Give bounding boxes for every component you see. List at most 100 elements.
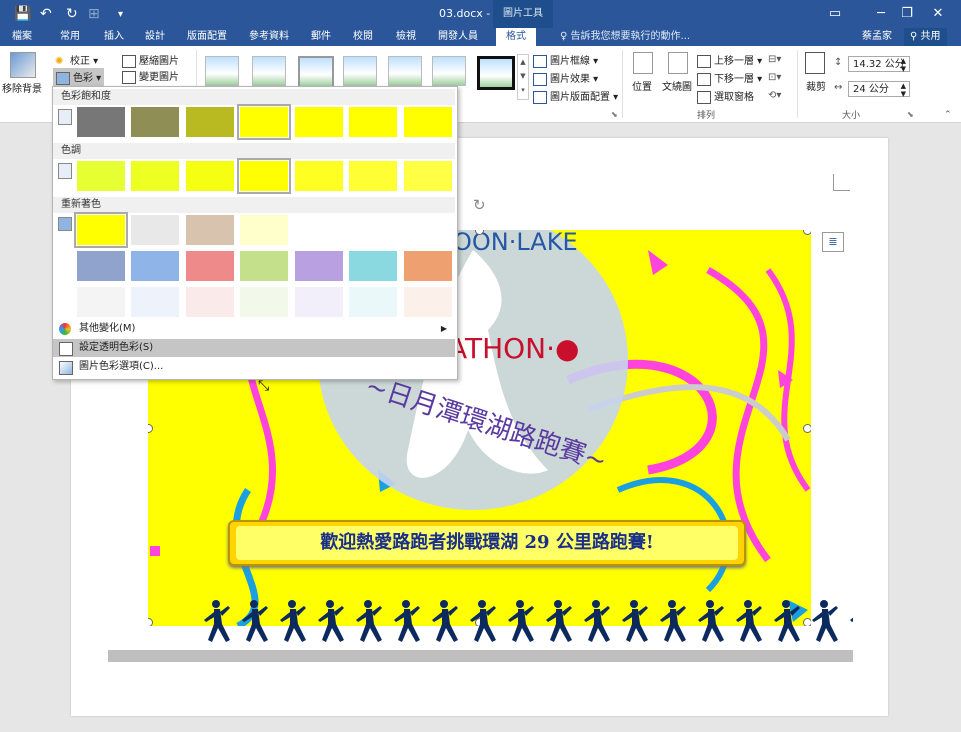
picture-effects-button[interactable]: 圖片效果 ▾: [533, 70, 598, 86]
recolor-swatch-17[interactable]: [186, 287, 234, 317]
recolor-swatch-14[interactable]: [404, 251, 452, 281]
rotate-handle-icon[interactable]: ↻: [473, 196, 486, 214]
rotate-icon[interactable]: ⟲▾: [768, 90, 781, 101]
recolor-swatch-15[interactable]: [77, 287, 125, 317]
recolor-swatch-21[interactable]: [404, 287, 452, 317]
resize-handle-r[interactable]: [803, 424, 811, 433]
saturation-swatch-7[interactable]: [404, 107, 452, 137]
arrange-group-label: 排列: [697, 111, 716, 121]
saturation-swatch-5[interactable]: [295, 107, 343, 137]
picture-color-options-item[interactable]: 圖片色彩選項(C)...: [53, 358, 455, 376]
position-button[interactable]: 位置: [632, 78, 652, 93]
picture-style-4[interactable]: [343, 56, 377, 86]
tab-view[interactable]: 檢視: [396, 28, 416, 46]
recolor-swatch-18[interactable]: [240, 287, 288, 317]
recolor-swatch-1[interactable]: [74, 212, 128, 248]
bring-forward-button[interactable]: 上移一層 ▾: [697, 52, 762, 68]
height-spinner-icon[interactable]: ▲ ▼: [901, 57, 906, 73]
recolor-swatch-9[interactable]: [131, 251, 179, 281]
tone-swatch-7[interactable]: [404, 161, 452, 191]
picture-border-button[interactable]: 圖片框線 ▾: [533, 52, 598, 68]
picture-style-3[interactable]: [298, 56, 334, 88]
picture-style-6[interactable]: [432, 56, 466, 86]
layout-options-icon[interactable]: ≣: [822, 232, 844, 252]
tab-review[interactable]: 校閱: [353, 28, 373, 46]
position-icon[interactable]: [633, 52, 653, 74]
picture-style-1[interactable]: [205, 56, 239, 86]
align-icon[interactable]: ⊟▾: [768, 54, 781, 65]
recolor-swatch-12[interactable]: [295, 251, 343, 281]
collapse-ribbon-icon[interactable]: ⌃: [944, 110, 952, 120]
color-options-icon: [59, 361, 73, 375]
user-name[interactable]: 蔡孟家: [862, 28, 892, 46]
ribbon-display-button[interactable]: ▭: [812, 0, 858, 28]
wrap-text-icon[interactable]: [668, 52, 688, 74]
group-icon[interactable]: ⊡▾: [768, 72, 781, 83]
size-dialog-launcher[interactable]: ⬊: [907, 110, 914, 119]
tone-swatch-6[interactable]: [349, 161, 397, 191]
person-icon: ⚲: [910, 31, 921, 42]
tell-me-box[interactable]: ♀ 告訴我您想要執行的動作...: [560, 28, 690, 46]
recolor-swatch-11[interactable]: [240, 251, 288, 281]
recolor-swatch-10[interactable]: [186, 251, 234, 281]
set-transparent-color-item[interactable]: 設定透明色彩(S): [53, 339, 455, 357]
tab-file[interactable]: 檔案: [12, 28, 32, 46]
height-input[interactable]: 14.32 公分 ▲ ▼: [848, 56, 910, 73]
tab-references[interactable]: 參考資料: [249, 28, 289, 46]
recolor-swatch-5[interactable]: [295, 215, 343, 245]
recolor-swatch-16[interactable]: [131, 287, 179, 317]
palette-icon: [59, 323, 71, 335]
tab-format[interactable]: 格式: [496, 28, 536, 46]
saturation-swatch-4[interactable]: [237, 104, 291, 140]
tab-mailings[interactable]: 郵件: [311, 28, 331, 46]
more-variations-item[interactable]: 其他變化(M) ▶: [53, 320, 455, 338]
width-spinner-icon[interactable]: ▲ ▼: [901, 82, 906, 98]
styles-dialog-launcher[interactable]: ⬊: [611, 110, 618, 119]
picture-style-7[interactable]: [477, 56, 515, 90]
compress-pictures-button[interactable]: 壓縮圖片: [122, 52, 179, 68]
recolor-swatch-3[interactable]: [186, 215, 234, 245]
tone-swatch-3[interactable]: [186, 161, 234, 191]
selection-pane-button[interactable]: 選取窗格: [697, 88, 754, 104]
recolor-swatch-4[interactable]: [240, 215, 288, 245]
tone-swatch-2[interactable]: [131, 161, 179, 191]
picture-style-5[interactable]: [388, 56, 422, 86]
remove-background-button[interactable]: 移除背景: [2, 80, 42, 95]
recolor-swatch-20[interactable]: [349, 287, 397, 317]
send-backward-button[interactable]: 下移一層 ▾: [697, 70, 762, 86]
close-button[interactable]: ✕: [915, 0, 961, 28]
recolor-swatch-2[interactable]: [131, 215, 179, 245]
change-picture-button[interactable]: 變更圖片: [122, 68, 179, 84]
resize-handle-tr[interactable]: [803, 230, 811, 235]
color-button[interactable]: 色彩 ▾: [53, 68, 105, 86]
width-input[interactable]: 24 公分 ▲ ▼: [848, 81, 910, 98]
corrections-button[interactable]: ✺ 校正 ▾: [55, 52, 98, 68]
saturation-swatch-1[interactable]: [77, 107, 125, 137]
recolor-swatch-7[interactable]: [404, 215, 452, 245]
tab-insert[interactable]: 插入: [104, 28, 124, 46]
picture-style-2[interactable]: [252, 56, 286, 86]
recolor-swatch-8[interactable]: [77, 251, 125, 281]
saturation-swatch-3[interactable]: [186, 107, 234, 137]
recolor-swatch-13[interactable]: [349, 251, 397, 281]
share-button[interactable]: ⚲ 共用: [904, 28, 947, 46]
tab-design[interactable]: 設計: [145, 28, 165, 46]
tab-developer[interactable]: 開發人員: [438, 28, 478, 46]
remove-background-icon[interactable]: [10, 52, 36, 78]
picture-layout-button[interactable]: 圖片版面配置 ▾: [533, 88, 618, 104]
saturation-swatch-2[interactable]: [131, 107, 179, 137]
crop-icon[interactable]: [805, 52, 825, 74]
saturation-heading: 色彩飽和度: [53, 89, 455, 105]
tab-home[interactable]: 常用: [60, 28, 80, 46]
tone-swatch-4[interactable]: [237, 158, 291, 194]
lightbulb-icon: ♀: [560, 31, 571, 42]
tone-swatch-5[interactable]: [295, 161, 343, 191]
crop-button[interactable]: 裁剪: [806, 78, 826, 93]
gallery-scroll[interactable]: ▲ ▼ ▾: [517, 54, 529, 100]
recolor-swatch-19[interactable]: [295, 287, 343, 317]
tone-swatch-1[interactable]: [77, 161, 125, 191]
recolor-swatch-6[interactable]: [349, 215, 397, 245]
tab-layout[interactable]: 版面配置: [187, 28, 227, 46]
wrap-text-button[interactable]: 文繞圖: [662, 78, 692, 93]
saturation-swatch-6[interactable]: [349, 107, 397, 137]
